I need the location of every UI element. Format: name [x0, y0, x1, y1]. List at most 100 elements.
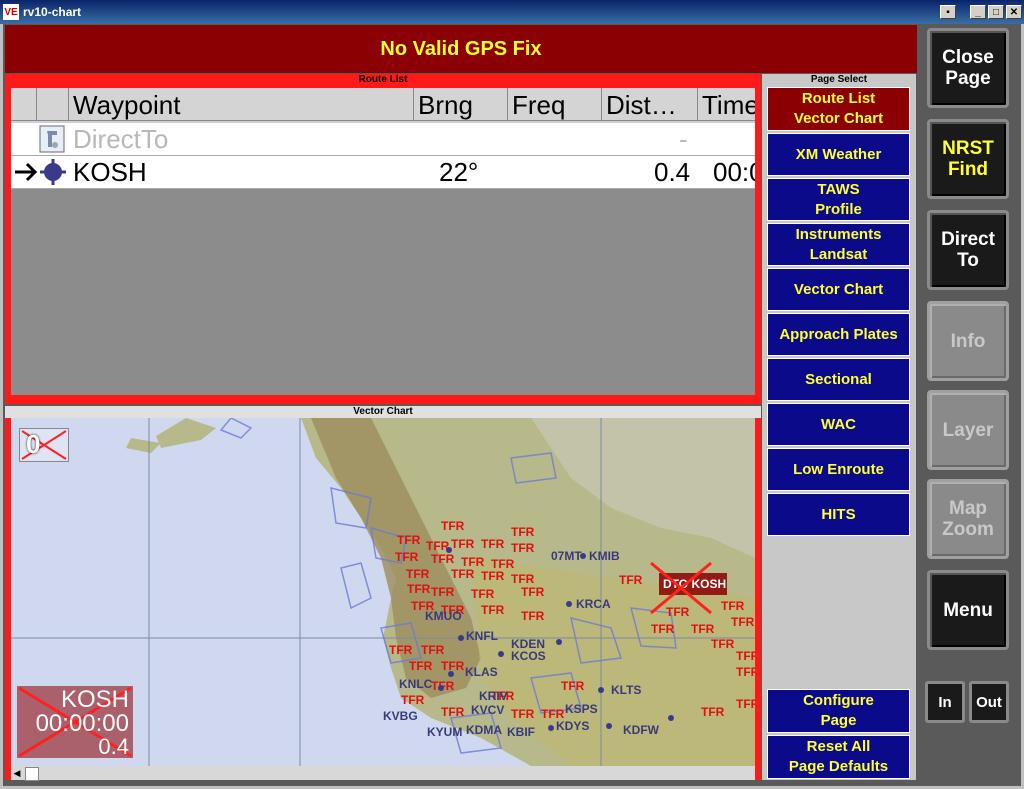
page-btn-line2: Page Defaults — [788, 758, 889, 775]
table-row[interactable]: KOSH 22° 0.4 00:0 — [11, 156, 755, 189]
window-titlebar: VE rv10-chart ▪ _ □ ✕ — [0, 0, 1024, 24]
vector-chart-map[interactable]: TFR TFR TFR TFR TFR TFR TFR TFR TFR TFR TFR TFR … — [11, 418, 755, 766]
page-btn-line1: Sectional — [805, 370, 872, 388]
svg-text:TFR: TFR — [711, 637, 735, 651]
page-btn-line1: TAWS — [817, 180, 860, 198]
svg-text:KVBG: KVBG — [383, 709, 418, 723]
svg-text:TFR: TFR — [481, 569, 505, 583]
reset-page-defaults-button[interactable]: Reset All Page Defaults — [767, 735, 910, 779]
page-instruments-landsat[interactable]: Instruments Landsat — [767, 223, 910, 266]
vector-chart-title: Vector Chart — [5, 406, 761, 418]
zoom-out-button[interactable]: Out — [969, 681, 1009, 723]
svg-text:TFR: TFR — [441, 519, 465, 533]
page-btn-line2: Landsat — [809, 245, 868, 263]
header-time[interactable]: Time — [698, 88, 755, 121]
side-btn-line1: Direct — [941, 229, 995, 250]
close-window-button[interactable]: ✕ — [1006, 5, 1022, 19]
svg-text:TFR: TFR — [421, 643, 445, 657]
side-btn-line2: Find — [947, 159, 989, 180]
svg-text:TFR: TFR — [511, 572, 535, 586]
minimize-button[interactable]: _ — [970, 5, 986, 19]
map-zoom-button[interactable]: Map Zoom — [927, 479, 1009, 559]
info-button[interactable]: Info — [927, 301, 1009, 381]
svg-text:TFR: TFR — [701, 705, 725, 719]
svg-text:TFR: TFR — [521, 609, 545, 623]
waypoint-dist: 0.4 — [654, 157, 691, 187]
svg-text:KVCV: KVCV — [471, 703, 504, 717]
svg-text:KRCA: KRCA — [576, 597, 611, 611]
window-menu-button[interactable]: ▪ — [940, 5, 956, 19]
svg-text:TFR: TFR — [401, 693, 425, 707]
waypoint-dist: - — [679, 124, 688, 154]
page-approach-plates[interactable]: Approach Plates — [767, 313, 910, 356]
svg-text:KYUM: KYUM — [427, 725, 462, 739]
svg-text:KRIV: KRIV — [479, 689, 508, 703]
page-taws-profile[interactable]: TAWS Profile — [767, 178, 910, 221]
page-btn-line1: Approach Plates — [779, 325, 898, 343]
svg-text:TFR: TFR — [395, 550, 419, 564]
page-btn-line2: Page — [820, 712, 857, 729]
svg-text:TFR: TFR — [511, 525, 535, 539]
side-btn-line1: Info — [950, 330, 986, 352]
header-brng[interactable]: Brng — [414, 88, 508, 121]
svg-text:TFR: TFR — [426, 539, 450, 553]
directto-icon — [39, 125, 65, 157]
side-btn-line1: NRST — [942, 138, 994, 159]
side-btn-line1: Menu — [943, 599, 993, 621]
svg-text:TFR: TFR — [409, 659, 433, 673]
svg-text:KLTS: KLTS — [611, 683, 641, 697]
header-marker-col — [11, 88, 37, 121]
page-sectional[interactable]: Sectional — [767, 358, 910, 401]
svg-text:TFR: TFR — [511, 707, 535, 721]
svg-text:TFR: TFR — [619, 573, 643, 587]
page-btn-line1: Low Enroute — [793, 460, 884, 478]
svg-text:KLAS: KLAS — [465, 665, 498, 679]
nrst-find-button[interactable]: NRST Find — [927, 119, 1009, 199]
side-btn-line1: Close — [942, 47, 994, 68]
svg-text:KNFL: KNFL — [466, 629, 498, 643]
page-btn-line1: Vector Chart — [793, 280, 884, 298]
page-route-list-vector-chart[interactable]: Route List Vector Chart — [767, 87, 910, 131]
menu-button[interactable]: Menu — [927, 570, 1009, 650]
zoom-in-button[interactable]: In — [925, 681, 965, 723]
svg-text:TFR: TFR — [441, 659, 465, 673]
route-list-title: Route List — [358, 74, 408, 85]
header-dist[interactable]: Dist… — [602, 88, 698, 121]
svg-text:KNLC: KNLC — [399, 677, 433, 691]
page-btn-line1: HITS — [821, 505, 856, 523]
header-freq[interactable]: Freq — [508, 88, 602, 121]
page-wac[interactable]: WAC — [767, 403, 910, 446]
svg-text:KDFW: KDFW — [623, 723, 660, 737]
header-icon-col — [37, 88, 69, 121]
gps-status-bar: No Valid GPS Fix — [5, 25, 917, 73]
page-vector-chart[interactable]: Vector Chart — [767, 268, 910, 311]
table-row[interactable]: DirectTo - — [11, 123, 755, 156]
svg-text:TFR: TFR — [481, 537, 505, 551]
direct-to-button[interactable]: Direct To — [927, 210, 1009, 290]
page-xm-weather[interactable]: XM Weather — [767, 133, 910, 176]
side-btn-line1: Map — [949, 498, 987, 519]
page-low-enroute[interactable]: Low Enroute — [767, 448, 910, 491]
svg-text:TFR: TFR — [389, 643, 413, 657]
page-btn-line2: Profile — [815, 200, 862, 218]
layer-button[interactable]: Layer — [927, 390, 1009, 470]
page-btn-line1: Configure — [803, 692, 874, 709]
page-btn-line1: Instruments — [795, 225, 882, 243]
svg-text:KSPS: KSPS — [565, 702, 598, 716]
page-hits[interactable]: HITS — [767, 493, 910, 536]
scale-indicator: 0 — [19, 428, 69, 462]
scrollbar-thumb[interactable] — [25, 767, 39, 781]
configure-page-button[interactable]: Configure Page — [767, 689, 910, 733]
route-list-table[interactable]: Waypoint Brng Freq Dist… Time DirectTo - — [11, 88, 755, 395]
svg-text:TFR: TFR — [736, 697, 755, 711]
zoom-out-label: Out — [976, 693, 1002, 711]
header-waypoint[interactable]: Waypoint — [69, 88, 414, 121]
maximize-button[interactable]: □ — [988, 5, 1004, 19]
active-leg-arrow-icon — [13, 158, 41, 190]
map-horizontal-scrollbar[interactable]: ◀ — [11, 766, 755, 781]
scroll-left-icon[interactable]: ◀ — [11, 766, 23, 780]
close-page-button[interactable]: Close Page — [927, 28, 1009, 108]
svg-text:KBIF: KBIF — [507, 725, 535, 739]
page-btn-line2: Vector Chart — [793, 110, 884, 127]
page-btn-line1: Route List — [801, 90, 876, 107]
